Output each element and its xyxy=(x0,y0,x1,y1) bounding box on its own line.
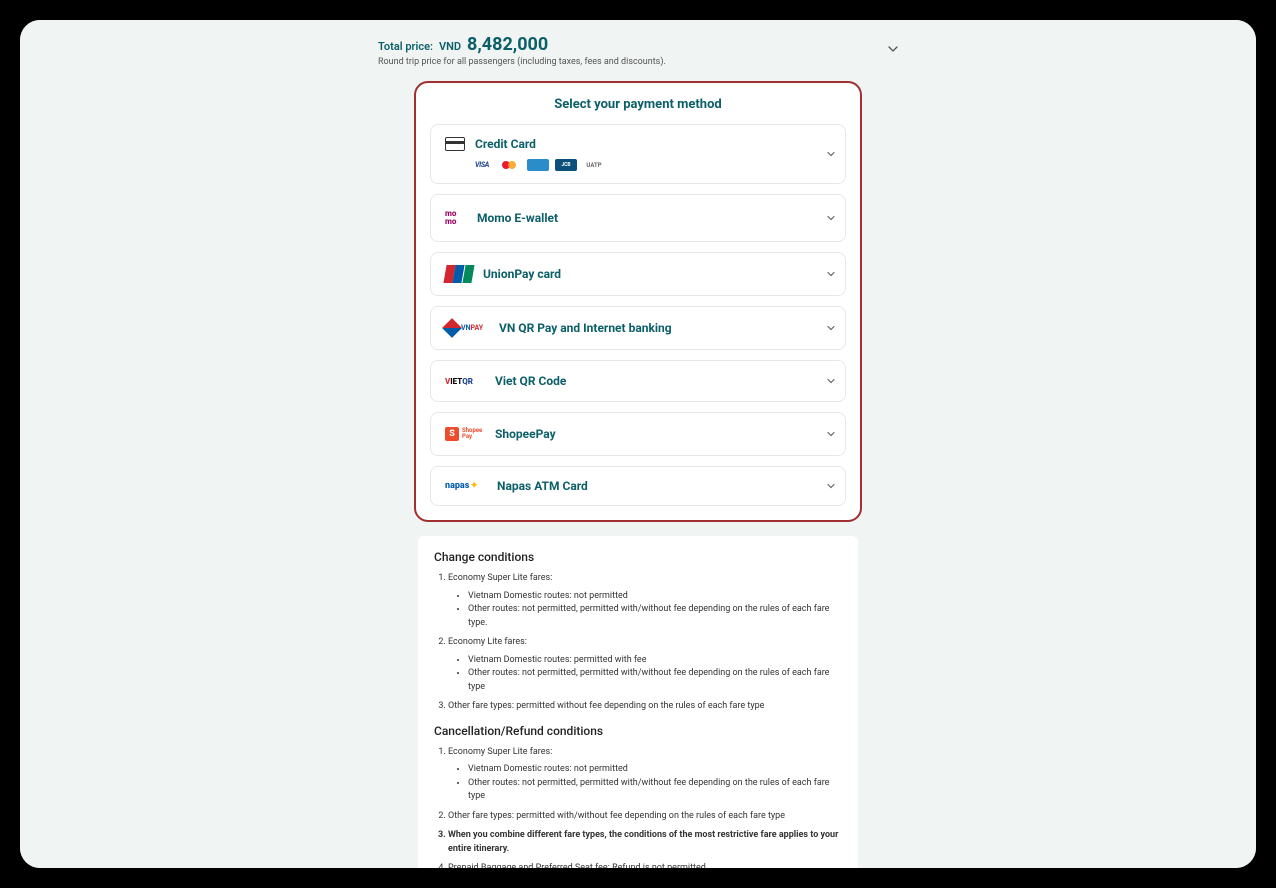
payment-option-credit-card[interactable]: Credit Card VISA JCB UATP xyxy=(430,124,846,184)
list-item: Vietnam Domestic routes: not permitted xyxy=(468,590,842,604)
list-item: Vietnam Domestic routes: permitted with … xyxy=(468,654,842,668)
chevron-down-icon xyxy=(827,432,835,437)
vnpay-logo-icon: VNPAY xyxy=(445,319,489,337)
list-item: Vietnam Domestic routes: not permitted xyxy=(468,763,842,777)
app-window: Total price: VND 8,482,000 Round trip pr… xyxy=(20,20,1256,868)
chevron-down-icon xyxy=(827,484,835,489)
mastercard-logo-icon xyxy=(499,159,521,171)
payment-option-label: ShopeePay xyxy=(495,427,556,441)
chevron-down-icon[interactable] xyxy=(888,46,898,52)
payment-method-panel: Select your payment method Credit Card V… xyxy=(414,81,862,522)
payment-option-napas[interactable]: napas✦ Napas ATM Card xyxy=(430,466,846,506)
list-item: Economy Super Lite fares: Vietnam Domest… xyxy=(448,746,842,804)
jcb-logo-icon: JCB xyxy=(555,159,577,171)
chevron-down-icon xyxy=(827,379,835,384)
payment-option-label: Credit Card xyxy=(475,137,536,151)
payment-option-vietqr[interactable]: VIETQR Viet QR Code xyxy=(430,360,846,402)
cancel-conditions-list: Economy Super Lite fares: Vietnam Domest… xyxy=(434,746,842,869)
payment-option-label: Napas ATM Card xyxy=(497,479,588,493)
change-conditions-title: Change conditions xyxy=(434,550,842,564)
list-item: Other fare types: permitted with/without… xyxy=(448,810,842,824)
list-item: Other routes: not permitted, permitted w… xyxy=(468,667,842,694)
amex-logo-icon xyxy=(527,159,549,171)
uatp-logo-icon: UATP xyxy=(583,159,605,171)
total-price-amount: 8,482,000 xyxy=(467,34,548,55)
list-item-text: Economy Super Lite fares: xyxy=(448,573,552,583)
page-scroll[interactable]: Total price: VND 8,482,000 Round trip pr… xyxy=(20,20,1256,868)
payment-option-label: UnionPay card xyxy=(483,267,561,281)
list-item: Other routes: not permitted, permitted w… xyxy=(468,603,842,630)
chevron-down-icon xyxy=(827,272,835,277)
fare-conditions-card: Change conditions Economy Super Lite far… xyxy=(418,536,858,868)
momo-logo-icon: momo xyxy=(445,207,467,229)
credit-card-icon xyxy=(445,137,465,151)
vietqr-logo-icon: VIETQR xyxy=(445,373,485,389)
chevron-down-icon xyxy=(827,216,835,221)
payment-option-momo[interactable]: momo Momo E-wallet xyxy=(430,194,846,242)
total-price-label: Total price: xyxy=(378,40,433,53)
shopeepay-logo-icon: S ShopeePay xyxy=(445,425,485,443)
total-price-subtext: Round trip price for all passengers (inc… xyxy=(378,57,898,67)
total-price-bar[interactable]: Total price: VND 8,482,000 Round trip pr… xyxy=(378,28,898,69)
list-item: Prepaid Baggage and Preferred Seat fee: … xyxy=(448,862,842,868)
chevron-down-icon xyxy=(827,326,835,331)
list-item-text: Economy Super Lite fares: xyxy=(448,747,552,757)
total-price-currency: VND xyxy=(439,40,461,53)
payment-option-label: Viet QR Code xyxy=(495,374,566,388)
payment-option-label: VN QR Pay and Internet banking xyxy=(499,321,672,335)
napas-logo-icon: napas✦ xyxy=(445,479,487,493)
chevron-down-icon xyxy=(827,152,835,157)
list-item: When you combine different fare types, t… xyxy=(448,829,842,856)
visa-logo-icon: VISA xyxy=(471,159,493,171)
list-item: Other routes: not permitted, permitted w… xyxy=(468,777,842,804)
payment-option-shopeepay[interactable]: S ShopeePay ShopeePay xyxy=(430,412,846,456)
change-conditions-list: Economy Super Lite fares: Vietnam Domest… xyxy=(434,572,842,714)
list-item-text: Economy Lite fares: xyxy=(448,637,527,647)
list-item: Economy Lite fares: Vietnam Domestic rou… xyxy=(448,636,842,694)
payment-option-label: Momo E-wallet xyxy=(477,211,558,225)
card-brand-row: VISA JCB UATP xyxy=(471,159,831,171)
list-item: Other fare types: permitted without fee … xyxy=(448,700,842,714)
list-item: Economy Super Lite fares: Vietnam Domest… xyxy=(448,572,842,630)
payment-option-unionpay[interactable]: UnionPay card xyxy=(430,252,846,296)
payment-option-vnpay[interactable]: VNPAY VN QR Pay and Internet banking xyxy=(430,306,846,350)
cancel-conditions-title: Cancellation/Refund conditions xyxy=(434,724,842,738)
unionpay-logo-icon xyxy=(445,265,473,283)
payment-panel-title: Select your payment method xyxy=(430,97,846,112)
